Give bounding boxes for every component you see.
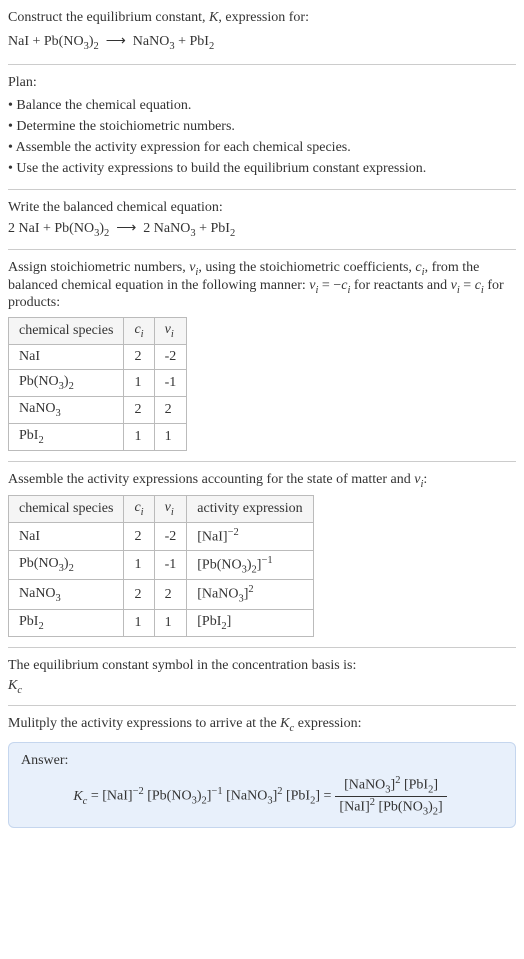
table-row: NaNO3 2 2 [9,397,187,424]
separator [8,64,516,65]
plan-block: Plan: • Balance the chemical equation. •… [8,75,516,179]
answer-expression: Kc = [NaI]−2 [Pb(NO3)2]−1 [NaNO3]2 [PbI2… [21,775,503,817]
stoich-intro: Assign stoichiometric numbers, νi, using… [8,260,516,312]
cell-nu: -1 [154,550,187,579]
col-ci: ci [124,318,154,345]
multiply-line: Mulitply the activity expressions to arr… [8,716,516,734]
cell-species: Pb(NO3)2 [9,550,124,579]
plan-item: • Use the activity expressions to build … [8,158,516,179]
table-row: PbI2 1 1 [9,423,187,450]
plan-item: • Assemble the activity expression for e… [8,137,516,158]
table-row: Pb(NO3)2 1 -1 [9,370,187,397]
intro-block: Construct the equilibrium constant, K, e… [8,8,516,54]
table-row: PbI2 1 1 [PbI2] [9,609,314,636]
cell-ci: 1 [124,550,154,579]
table-row: Pb(NO3)2 1 -1 [Pb(NO3)2]−1 [9,550,314,579]
cell-expr: [PbI2] [187,609,313,636]
col-ci: ci [124,496,154,523]
multiply-block: Mulitply the activity expressions to arr… [8,716,516,734]
cell-nu: -2 [154,523,187,551]
intro-line1: Construct the equilibrium constant, K, e… [8,8,516,28]
plan-list: • Balance the chemical equation. • Deter… [8,95,516,179]
kc-symbol-block: The equilibrium constant symbol in the c… [8,658,516,696]
answer-lhs: Kc = [NaI]−2 [Pb(NO3)2]−1 [NaNO3]2 [PbI2… [73,786,331,806]
separator [8,461,516,462]
separator [8,249,516,250]
col-nu: νi [154,318,187,345]
separator [8,705,516,706]
balanced-reaction: 2 NaI + Pb(NO3)2 ⟶ 2 NaNO3 + PbI2 [8,220,516,239]
activity-intro: Assemble the activity expressions accoun… [8,472,516,490]
cell-species: PbI2 [9,423,124,450]
cell-ci: 2 [124,523,154,551]
col-expr: activity expression [187,496,313,523]
cell-ci: 2 [124,397,154,424]
unbalanced-reaction: NaI + Pb(NO3)2 ⟶ NaNO3 + PbI2 [8,32,516,54]
activity-block: Assemble the activity expressions accoun… [8,472,516,637]
text: Assign stoichiometric numbers, [8,260,189,275]
answer-box: Answer: Kc = [NaI]−2 [Pb(NO3)2]−1 [NaNO3… [8,742,516,828]
table-header-row: chemical species ci νi [9,318,187,345]
stoich-block: Assign stoichiometric numbers, νi , using… [8,260,516,451]
activity-table: chemical species ci νi activity expressi… [8,495,314,636]
separator [8,647,516,648]
cell-ci: 1 [124,370,154,397]
cell-nu: 2 [154,580,187,609]
balanced-heading: Write the balanced chemical equation: [8,200,516,216]
col-species: chemical species [9,318,124,345]
cell-ci: 2 [124,580,154,609]
fraction-numerator: [NaNO3]2 [PbI2] [335,775,446,796]
text: for reactants and [350,278,450,293]
cell-expr: [Pb(NO3)2]−1 [187,550,313,579]
stoich-table: chemical species ci νi NaI 2 -2 Pb(NO3)2… [8,317,187,450]
cell-expr: [NaNO3]2 [187,580,313,609]
cell-nu: 1 [154,609,187,636]
fraction-denominator: [NaI]2 [Pb(NO3)2] [335,797,446,817]
cell-nu: -1 [154,370,187,397]
cell-species: Pb(NO3)2 [9,370,124,397]
cell-ci: 1 [124,423,154,450]
col-nu: νi [154,496,187,523]
table-row: NaI 2 -2 [9,345,187,370]
answer-label: Answer: [21,753,503,769]
plan-heading: Plan: [8,75,516,91]
cell-nu: 1 [154,423,187,450]
answer-fraction: [NaNO3]2 [PbI2] [NaI]2 [Pb(NO3)2] [335,775,446,817]
cell-ci: 2 [124,345,154,370]
table-row: NaNO3 2 2 [NaNO3]2 [9,580,314,609]
plan-item: • Balance the chemical equation. [8,95,516,116]
cell-species: NaNO3 [9,397,124,424]
table-header-row: chemical species ci νi activity expressi… [9,496,314,523]
cell-species: PbI2 [9,609,124,636]
cell-nu: 2 [154,397,187,424]
col-species: chemical species [9,496,124,523]
text: , using the stoichiometric coefficients, [198,260,415,275]
balanced-block: Write the balanced chemical equation: 2 … [8,200,516,239]
cell-species: NaNO3 [9,580,124,609]
cell-species: NaI [9,345,124,370]
cell-nu: -2 [154,345,187,370]
cell-ci: 1 [124,609,154,636]
cell-species: NaI [9,523,124,551]
kc-symbol: Kc [8,678,516,696]
separator [8,189,516,190]
table-row: NaI 2 -2 [NaI]−2 [9,523,314,551]
cell-expr: [NaI]−2 [187,523,313,551]
kc-symbol-line: The equilibrium constant symbol in the c… [8,658,516,674]
plan-item: • Determine the stoichiometric numbers. [8,116,516,137]
